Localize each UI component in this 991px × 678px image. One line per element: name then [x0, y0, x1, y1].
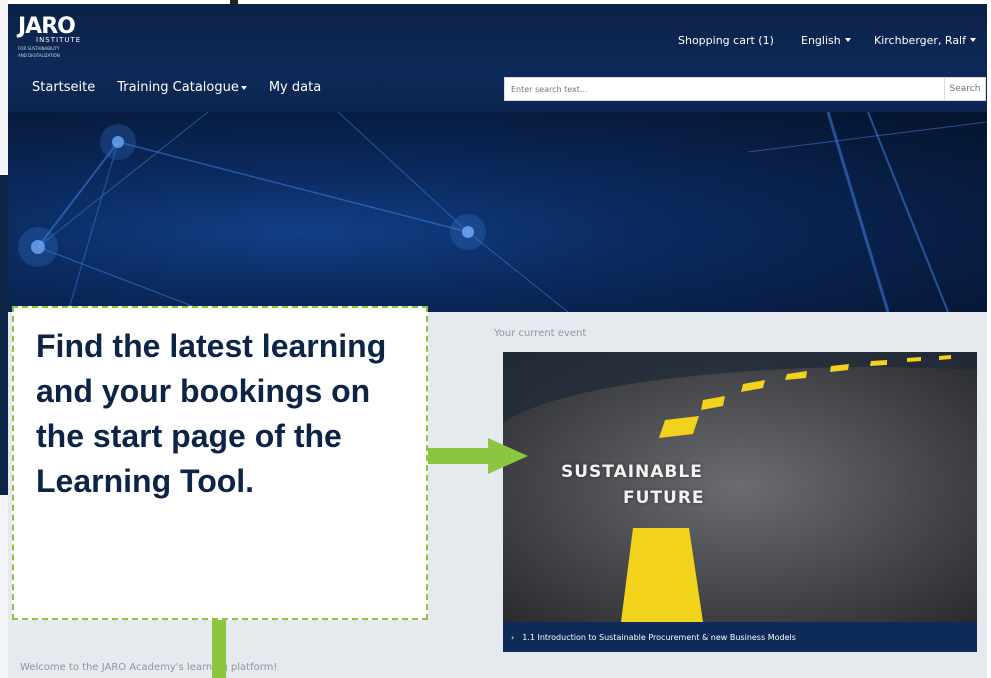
annotation-arrow-down-shaft	[212, 620, 226, 678]
jaro-logo[interactable]: JARO INSTITUTE FOR SUSTAINABILITY AND DI…	[18, 16, 98, 62]
menu-item-my-data[interactable]: My data	[269, 80, 321, 95]
language-label: English	[801, 33, 841, 47]
road-graphic	[503, 352, 977, 622]
current-event-label: Your current event	[494, 328, 587, 339]
background-window-fragment	[0, 175, 8, 495]
hero-banner	[8, 112, 987, 312]
network-lines-graphic	[18, 112, 987, 312]
logo-institute: INSTITUTE	[36, 36, 82, 44]
event-image-text-line-1: SUSTAINABLE	[561, 462, 703, 482]
logo-mark: JARO	[18, 14, 76, 39]
event-title-bar[interactable]: › 1.1 Introduction to Sustainable Procur…	[503, 622, 977, 652]
current-event-card[interactable]: SUSTAINABLE FUTURE › 1.1 Introduction to…	[503, 352, 977, 652]
menu-item-label: Startseite	[32, 80, 96, 95]
annotation-arrow-right-shaft	[428, 448, 488, 464]
user-menu-dropdown[interactable]: Kirchberger, Ralf	[874, 32, 976, 48]
logo-subline-2: AND DIGITALIZATION	[18, 53, 60, 58]
welcome-text: Welcome to the JARO Academy's learning p…	[20, 662, 278, 673]
search-input[interactable]	[504, 77, 944, 101]
event-title: 1.1 Introduction to Sustainable Procurem…	[522, 632, 796, 642]
background-window-strip	[0, 0, 8, 678]
top-navigation: JARO INSTITUTE FOR SUSTAINABILITY AND DI…	[8, 4, 987, 112]
caret-down-icon	[844, 38, 851, 42]
annotation-callout: Find the latest learning and your bookin…	[12, 306, 428, 620]
chevron-right-icon: ›	[511, 632, 515, 642]
caret-down-icon	[970, 38, 976, 42]
menu-item-label: My data	[268, 80, 322, 95]
search-button[interactable]: Search	[944, 77, 986, 101]
annotation-text: Find the latest learning and your bookin…	[36, 328, 387, 499]
user-name: Kirchberger, Ralf	[874, 33, 966, 47]
language-dropdown[interactable]: English	[801, 32, 851, 48]
shopping-cart-link[interactable]: Shopping cart (1)	[678, 32, 774, 48]
arrow-right-icon	[488, 438, 528, 474]
caret-down-icon	[240, 85, 247, 90]
menu-item-label: Training Catalogue	[117, 80, 239, 95]
logo-subline-1: FOR SUSTAINABILITY	[18, 46, 60, 51]
shopping-cart-label: Shopping cart (1)	[678, 33, 774, 47]
search-bar: Search	[504, 77, 986, 101]
main-menu: Startseite Training Catalogue My data	[32, 80, 321, 95]
event-image-text-line-2: FUTURE	[623, 488, 705, 508]
menu-item-startseite[interactable]: Startseite	[32, 80, 95, 95]
event-image[interactable]: SUSTAINABLE FUTURE	[503, 352, 977, 622]
menu-item-training-catalogue[interactable]: Training Catalogue	[117, 80, 247, 95]
